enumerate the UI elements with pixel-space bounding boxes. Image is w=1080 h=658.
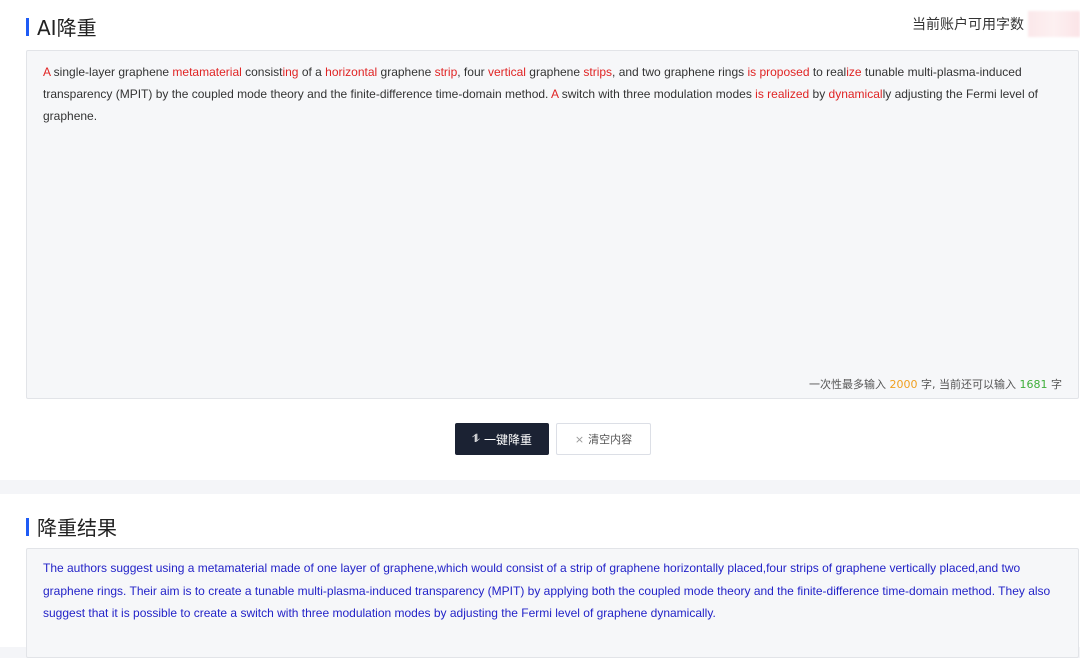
result-title: 降重结果 [37, 516, 117, 540]
clear-content-button[interactable]: × 清空内容 [556, 423, 651, 455]
quota-value-blurred [1028, 11, 1080, 37]
rewrite-button-label: 一键降重 [483, 432, 532, 447]
highlighted-segment: is proposed [747, 65, 810, 79]
rewrite-panel: AI降重 当前账户可用字数 A single-layer graphene me… [0, 0, 1080, 480]
text-segment: , and two graphene rings [612, 65, 748, 79]
title-accent-bar [26, 17, 29, 36]
counter-max: 2000 [889, 378, 918, 391]
source-text-content[interactable]: A single-layer graphene metamaterial con… [43, 61, 1063, 127]
highlighted-segment: metamaterial [172, 65, 242, 79]
highlighted-segment: ing [282, 65, 299, 79]
page-title: AI降重 [37, 16, 97, 40]
counter-suffix: 字 [1051, 378, 1062, 391]
highlighted-segment: dynamical [828, 87, 883, 101]
result-text-box[interactable]: The authors suggest using a metamaterial… [26, 548, 1079, 658]
highlighted-segment: strip [434, 65, 458, 79]
text-segment: to real [809, 65, 847, 79]
one-click-rewrite-button[interactable]: ⥮ 一键降重 [455, 423, 549, 455]
highlighted-segment: ize [846, 65, 862, 79]
counter-remaining: 1681 [1019, 378, 1048, 391]
quota-label: 当前账户可用字数 [912, 17, 1024, 33]
text-segment: , four [457, 65, 488, 79]
text-segment: of a [298, 65, 326, 79]
section-header: AI降重 [26, 12, 97, 41]
text-segment: graphene [525, 65, 584, 79]
text-segment: switch with three modulation modes [558, 87, 756, 101]
highlighted-segment: is realized [755, 87, 810, 101]
highlighted-segment: horizontal [325, 65, 378, 79]
text-segment: consist [241, 65, 283, 79]
clear-button-label: 清空内容 [588, 433, 633, 446]
text-segment: by [809, 87, 829, 101]
result-text[interactable]: The authors suggest using a metamaterial… [43, 557, 1063, 625]
quota-display: 当前账户可用字数 [912, 10, 1080, 38]
char-counter: 一次性最多输入 2000 字, 当前还可以输入 1681 字 [809, 376, 1062, 392]
highlighted-segment: strips [583, 65, 613, 79]
swap-arrows-icon: ⥮ [471, 432, 480, 445]
counter-prefix: 一次性最多输入 [809, 378, 886, 391]
text-segment: graphene [377, 65, 435, 79]
title-accent-bar [26, 517, 29, 536]
result-header: 降重结果 [26, 512, 117, 541]
source-text-input[interactable]: A single-layer graphene metamaterial con… [26, 50, 1079, 399]
close-icon: × [574, 432, 585, 446]
highlighted-segment: vertical [487, 65, 526, 79]
counter-middle: 字, 当前还可以输入 [921, 378, 1016, 391]
text-segment: single-layer graphene [50, 65, 173, 79]
